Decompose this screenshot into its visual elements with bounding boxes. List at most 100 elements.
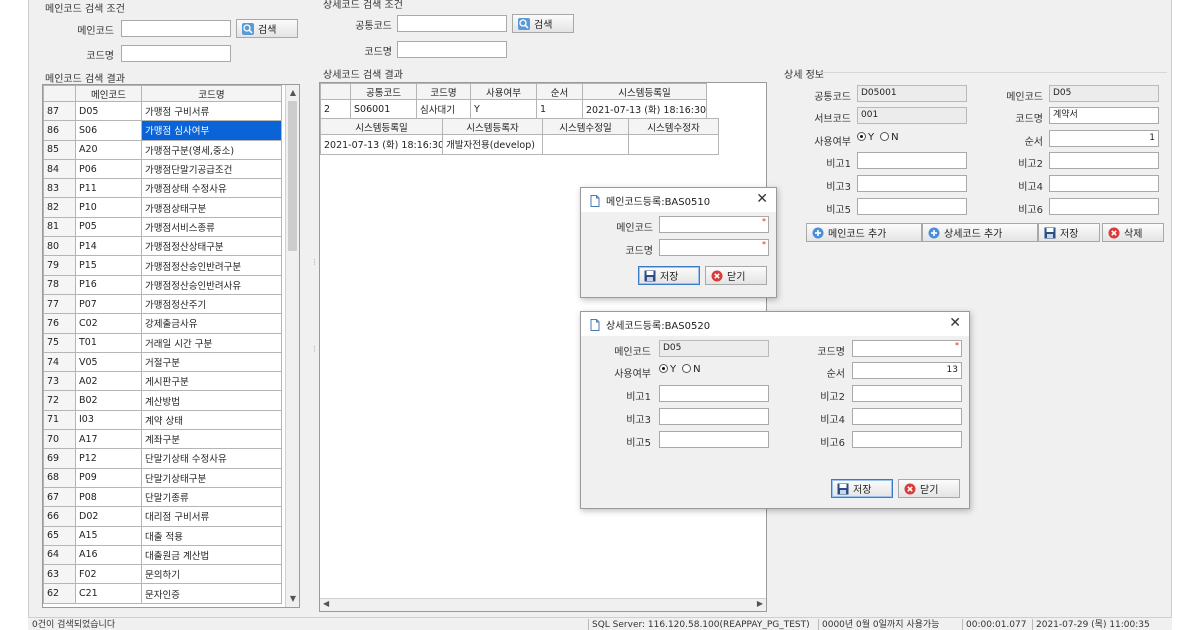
table-row[interactable]: 68 P09 단말기상태구분 [43, 467, 282, 488]
cell-code-name[interactable]: 대출 적용 [141, 525, 282, 546]
dlg-note1-input[interactable] [659, 385, 769, 402]
cell-code-name[interactable]: 단말기종류 [141, 486, 282, 508]
cell-code-name[interactable]: 거래일 시간 구분 [141, 332, 282, 353]
cell-code-name[interactable]: 강제출금사유 [141, 313, 282, 334]
table-row[interactable]: 85 A20 가맹점구분(영세,중소) [43, 139, 282, 160]
table-row[interactable]: 64 A16 대출원금 계산법 [43, 544, 282, 566]
scroll-up-icon[interactable]: ▲ [286, 88, 299, 98]
table-row[interactable]: 72 B02 계산방법 [43, 390, 282, 411]
col-header-reg-user[interactable]: 시스템등록자 [442, 118, 543, 136]
splitter-handle-icon[interactable]: ⋮ [311, 345, 318, 353]
cell-code-name[interactable]: 가맹점정산상태구분 [141, 236, 282, 257]
table-row[interactable]: 69 P12 단말기상태 수정사유 [43, 448, 282, 469]
cell-main-code[interactable]: C21 [75, 583, 142, 604]
main-code-input[interactable] [121, 20, 231, 37]
dlg-note2-input[interactable] [852, 385, 962, 402]
table-row[interactable]: 70 A17 계좌구분 [43, 429, 282, 450]
detail-code-name-input[interactable] [397, 41, 507, 58]
table-row[interactable]: 87 D05 가맹점 구비서류 [43, 100, 282, 122]
cell-main-code[interactable]: P10 [75, 197, 142, 218]
cell-main-code[interactable]: V05 [75, 351, 142, 373]
table-row[interactable]: 80 P14 가맹점정산상태구분 [43, 236, 282, 257]
detail-search-button[interactable]: 검색 [512, 14, 574, 33]
dlg-detail-order-input[interactable]: 13 [852, 362, 962, 379]
cell-code-name[interactable]: 문의하기 [141, 564, 282, 585]
cell-main-code[interactable]: A15 [75, 525, 142, 546]
cell-code-name[interactable]: 가맹점단말기공급조건 [141, 158, 282, 180]
info-use-y-radio[interactable]: Y [857, 132, 874, 143]
table-row[interactable]: 63 F02 문의하기 [43, 564, 282, 585]
col-header-reg-date[interactable]: 시스템등록일 [320, 118, 443, 136]
scroll-right-icon[interactable]: ▶ [757, 599, 763, 608]
info-note3-input[interactable] [857, 175, 967, 192]
cell-code-name[interactable]: 거절구분 [141, 351, 282, 373]
cell-common-code[interactable]: S06001 [350, 98, 417, 120]
cell-code-name[interactable]: 심사대기 [416, 98, 471, 120]
info-use-n-radio[interactable]: N [880, 132, 899, 143]
cell-code-name[interactable]: 가맹점정산주기 [141, 293, 282, 315]
table-row[interactable]: 75 T01 거래일 시간 구분 [43, 332, 282, 353]
cell-code-name[interactable]: 단말기상태구분 [141, 467, 282, 488]
table-row[interactable]: 83 P11 가맹점상태 수정사유 [43, 178, 282, 199]
main-code-name-input[interactable] [121, 45, 231, 62]
dlg-note6-input[interactable] [852, 431, 962, 448]
cell-reg-date[interactable]: 2021-07-13 (화) 18:16:30 [582, 98, 707, 120]
cell-code-name[interactable]: 가맹점상태구분 [141, 197, 282, 218]
info-note5-input[interactable] [857, 198, 967, 215]
close-icon[interactable]: ✕ [949, 314, 961, 332]
cell-main-code[interactable]: A20 [75, 139, 142, 160]
scroll-down-icon[interactable]: ▼ [286, 594, 299, 604]
cell-main-code[interactable]: F02 [75, 564, 142, 585]
cell-code-name[interactable]: 단말기상태 수정사유 [141, 448, 282, 469]
scroll-left-icon[interactable]: ◀ [323, 599, 329, 608]
cell-main-code[interactable]: A16 [75, 544, 142, 566]
info-note4-input[interactable] [1049, 175, 1159, 192]
col-header-mod-date[interactable]: 시스템수정일 [542, 118, 629, 136]
dlg-note3-input[interactable] [659, 408, 769, 425]
table-row[interactable]: 2 S06001 심사대기 Y 1 2021-07-13 (화) 18:16:3… [320, 98, 707, 120]
main-results-grid[interactable]: 메인코드 코드명 87 D05 가맹점 구비서류 86 S06 가맹점 심사여부 85 A20… [42, 84, 300, 608]
cell-code-name[interactable]: 계좌구분 [141, 429, 282, 450]
cell-main-code[interactable]: I03 [75, 409, 142, 431]
dlg-note5-input[interactable] [659, 431, 769, 448]
table-row[interactable]: 62 C21 문자인증 [43, 583, 282, 604]
dlg-use-y-radio[interactable]: Y [659, 364, 676, 375]
cell-code-name[interactable]: 가맹점서비스종류 [141, 216, 282, 238]
cell-main-code[interactable]: P05 [75, 216, 142, 238]
table-row[interactable]: 82 P10 가맹점상태구분 [43, 197, 282, 218]
cell-code-name[interactable]: 가맹점정산승인반려구분 [141, 255, 282, 276]
table-row[interactable]: 2021-07-13 (화) 18:16:30 개발자전용(develop) [320, 134, 719, 155]
cell-main-code[interactable]: T01 [75, 332, 142, 353]
info-note6-input[interactable] [1049, 198, 1159, 215]
delete-button[interactable]: 삭제 [1102, 223, 1164, 242]
cell-main-code[interactable]: D02 [75, 506, 142, 527]
cell-mod-user[interactable] [628, 134, 719, 155]
cell-code-name[interactable]: 계약 상태 [141, 409, 282, 431]
table-row[interactable]: 78 P16 가맹점정산승인반려사유 [43, 274, 282, 295]
col-header-reg-date[interactable]: 시스템등록일 [582, 83, 707, 100]
info-code-name-input[interactable]: 계약서 [1049, 107, 1159, 124]
cell-reg-date[interactable]: 2021-07-13 (화) 18:16:30 [320, 134, 443, 155]
dlg-detail-code-name-input[interactable]: * [852, 340, 962, 357]
info-note2-input[interactable] [1049, 152, 1159, 169]
dlg-detail-close-button[interactable]: 닫기 [898, 479, 960, 498]
table-row[interactable]: 66 D02 대리점 구비서류 [43, 506, 282, 527]
table-row[interactable]: 84 P06 가맹점단말기공급조건 [43, 158, 282, 180]
dlg-code-name-input[interactable]: * [659, 239, 769, 256]
main-grid-scrollbar[interactable]: ▲ ▼ [285, 85, 299, 607]
splitter-handle-icon[interactable]: ⋮ [311, 258, 318, 266]
dlg-main-close-button[interactable]: 닫기 [705, 266, 767, 285]
table-row[interactable]: 77 P07 가맹점정산주기 [43, 293, 282, 315]
cell-main-code[interactable]: A02 [75, 371, 142, 392]
common-code-input[interactable] [397, 15, 507, 32]
cell-main-code[interactable]: A17 [75, 429, 142, 450]
cell-reg-user[interactable]: 개발자전용(develop) [442, 134, 543, 155]
table-row[interactable]: 86 S06 가맹점 심사여부 [43, 120, 282, 141]
table-row[interactable]: 73 A02 게시판구분 [43, 371, 282, 392]
cell-main-code[interactable]: P11 [75, 178, 142, 199]
cell-use-yn[interactable]: Y [470, 98, 537, 120]
table-row[interactable]: 74 V05 거절구분 [43, 351, 282, 373]
scroll-thumb[interactable] [288, 101, 297, 251]
dlg-detail-save-button[interactable]: 저장 [831, 479, 893, 498]
cell-code-name[interactable]: 가맹점상태 수정사유 [141, 178, 282, 199]
